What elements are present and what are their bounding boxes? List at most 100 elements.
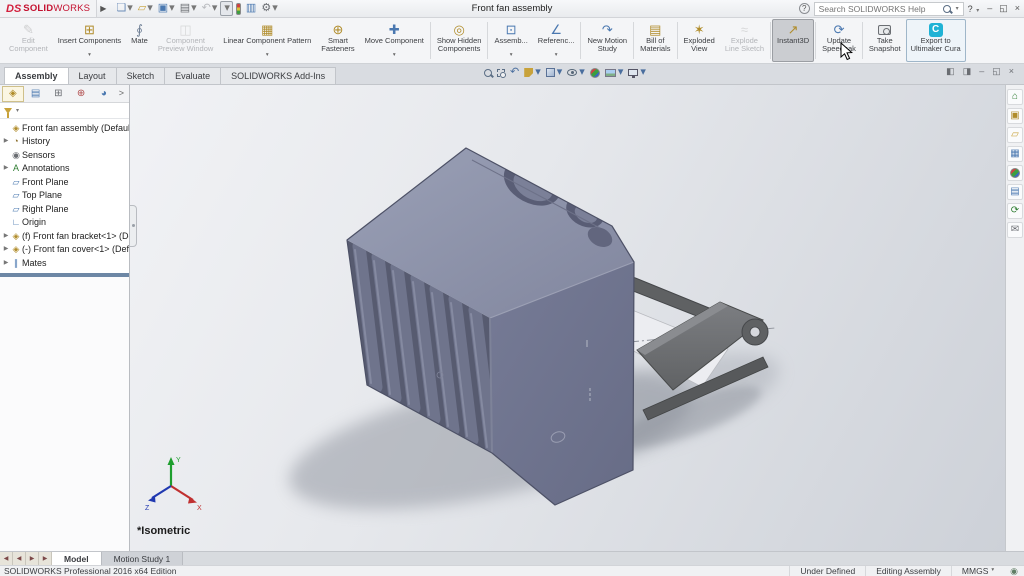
- chevron-down-icon[interactable]: ▾: [169, 3, 175, 14]
- chevron-down-icon[interactable]: ▾: [224, 3, 230, 14]
- search-icon[interactable]: [943, 5, 951, 13]
- graphics-viewport[interactable]: Y X Z *Isometric: [130, 85, 1005, 551]
- rebuild-button[interactable]: [234, 2, 243, 16]
- tab-solidworks-add-ins[interactable]: SOLIDWORKS Add-Ins: [220, 67, 336, 84]
- select-button[interactable]: ▾: [220, 1, 233, 16]
- bottom-tab-model[interactable]: Model: [52, 552, 102, 565]
- ribbon-button-assemb[interactable]: ⊡Assemb...▾: [489, 19, 532, 62]
- taskpane-appearances-button[interactable]: [1007, 165, 1023, 181]
- tab-layout[interactable]: Layout: [68, 67, 117, 84]
- close-doc-icon[interactable]: ×: [1009, 67, 1014, 76]
- help-menu[interactable]: ? ▾: [968, 4, 980, 14]
- ribbon-button-linear-component-pattern[interactable]: ▦Linear Component Pattern▾: [218, 19, 316, 62]
- ribbon-button-bill-of-materials[interactable]: ▤Bill ofMaterials: [635, 19, 675, 62]
- taskpane-messages-button[interactable]: ✉: [1007, 222, 1023, 238]
- taskpane-file-explorer-button[interactable]: ▱: [1007, 127, 1023, 143]
- search-input[interactable]: [819, 4, 939, 14]
- panel-tab-propertymanager[interactable]: ▤: [25, 86, 47, 102]
- tab-assembly[interactable]: Assembly: [4, 67, 69, 84]
- new-document-button[interactable]: ❏▾: [114, 2, 134, 15]
- tree-item-right-plane[interactable]: ▱Right Plane: [0, 202, 129, 216]
- tree-item-front-fan-assembly-default-di[interactable]: ◈Front fan assembly (Default<Di: [0, 121, 129, 135]
- ribbon-button-instant3d[interactable]: ↗Instant3D: [772, 19, 814, 62]
- panel-tab-displaymanager[interactable]: ◕: [93, 86, 115, 102]
- bottom-tab-motion-study-1[interactable]: Motion Study 1: [102, 552, 184, 565]
- chevron-down-icon[interactable]: ▾: [557, 67, 563, 78]
- chevron-down-icon[interactable]: ▾: [555, 53, 558, 58]
- expand-arrow-icon[interactable]: ▶: [2, 165, 10, 171]
- nav-last-button[interactable]: ▶: [39, 552, 52, 565]
- close-icon[interactable]: ×: [1015, 4, 1020, 13]
- chevron-down-icon[interactable]: ▾: [127, 3, 133, 14]
- nav-prev-button[interactable]: ◀: [13, 552, 26, 565]
- hide-show-items-button[interactable]: ▾: [567, 67, 585, 78]
- chevron-down-icon[interactable]: ▾: [147, 3, 153, 14]
- pane-prev-icon[interactable]: ◧: [946, 67, 955, 76]
- nav-first-button[interactable]: ◀: [0, 552, 13, 565]
- section-view-button[interactable]: ▾: [524, 67, 541, 78]
- status-mmgs[interactable]: MMGS▾: [951, 566, 1004, 576]
- ribbon-button-take-snapshot[interactable]: TakeSnapshot: [864, 19, 906, 62]
- zoom-fit-button[interactable]: [484, 69, 492, 77]
- tree-item-front-plane[interactable]: ▱Front Plane: [0, 175, 129, 189]
- zoom-area-button[interactable]: [497, 69, 505, 77]
- options-button[interactable]: ⚙▾: [259, 2, 279, 15]
- filter-chevron-icon[interactable]: ▾: [16, 108, 19, 114]
- tree-item-annotations[interactable]: ▶AAnnotations: [0, 162, 129, 176]
- taskpane-forum-button[interactable]: ⟳: [1007, 203, 1023, 219]
- file-properties-button[interactable]: ▥: [244, 2, 258, 15]
- chevron-down-icon[interactable]: ▾: [640, 67, 646, 78]
- save-button[interactable]: ▣▾: [156, 2, 177, 15]
- filter-funnel-icon[interactable]: [4, 108, 12, 114]
- tree-item-f-front-fan-bracket-1-def[interactable]: ▶◈(f) Front fan bracket<1> (Def: [0, 229, 129, 243]
- taskpane-view-palette-button[interactable]: ▦: [1007, 146, 1023, 162]
- tree-item-history[interactable]: ▶◔History: [0, 135, 129, 149]
- expand-arrow-icon[interactable]: ▶: [2, 138, 10, 144]
- tab-sketch[interactable]: Sketch: [116, 67, 166, 84]
- minimize-doc-icon[interactable]: –: [979, 67, 984, 76]
- chevron-down-icon[interactable]: ▾: [393, 53, 396, 58]
- panel-tab-featuremanager[interactable]: ◈: [2, 86, 24, 102]
- chevron-down-icon[interactable]: ▾: [266, 53, 269, 58]
- help-circle-icon[interactable]: ?: [799, 3, 810, 14]
- chevron-down-icon[interactable]: ▾: [510, 53, 513, 58]
- appearances-button[interactable]: [590, 68, 600, 78]
- undo-button[interactable]: ↶▾: [200, 2, 220, 15]
- open-button[interactable]: ▱▾: [136, 2, 155, 15]
- minimize-icon[interactable]: –: [987, 4, 992, 13]
- taskpane-home-button[interactable]: ⌂: [1007, 89, 1023, 105]
- chevron-down-icon[interactable]: ▾: [991, 568, 994, 574]
- pane-next-icon[interactable]: ◨: [963, 67, 972, 76]
- panel-tab-configurationmanager[interactable]: ⊞: [48, 86, 70, 102]
- tree-item-mates[interactable]: ▶∥Mates: [0, 256, 129, 270]
- ribbon-button-smart-fasteners[interactable]: ⊕SmartFasteners: [316, 19, 359, 62]
- status-globe-icon[interactable]: ◉: [1004, 567, 1024, 576]
- display-style-button[interactable]: ▾: [546, 67, 563, 78]
- previous-view-button[interactable]: ↶: [510, 67, 519, 78]
- chevron-down-icon[interactable]: ▾: [212, 3, 218, 14]
- panel-tab-dimxpert[interactable]: ⊕: [70, 86, 92, 102]
- tree-item-sensors[interactable]: ◉Sensors: [0, 148, 129, 162]
- panel-collapse-handle[interactable]: [130, 205, 137, 247]
- taskpane-custom-properties-button[interactable]: ▤: [1007, 184, 1023, 200]
- chevron-down-icon[interactable]: ▾: [272, 3, 278, 14]
- tab-evaluate[interactable]: Evaluate: [164, 67, 221, 84]
- nav-next-button[interactable]: ▶: [26, 552, 39, 565]
- ribbon-button-show-hidden-components[interactable]: ◎Show HiddenComponents: [432, 19, 487, 62]
- ribbon-button-mate[interactable]: ∮Mate: [126, 19, 153, 62]
- view-settings-button[interactable]: ▾: [628, 67, 646, 78]
- print-button[interactable]: ▤▾: [178, 2, 199, 15]
- scene-button[interactable]: ▾: [605, 67, 624, 78]
- panel-expand-chevron-icon[interactable]: >: [116, 89, 127, 98]
- expand-arrow-icon[interactable]: ▶: [2, 233, 10, 239]
- tree-item-front-fan-cover-1-defa[interactable]: ▶◈(-) Front fan cover<1> (Defa: [0, 243, 129, 257]
- ribbon-button-new-motion-study[interactable]: ↷New MotionStudy: [582, 19, 632, 62]
- ribbon-button-move-component[interactable]: ✚Move Component▾: [360, 19, 429, 62]
- tree-item-top-plane[interactable]: ▱Top Plane: [0, 189, 129, 203]
- chevron-down-icon[interactable]: ▾: [191, 3, 197, 14]
- chevron-down-icon[interactable]: ▾: [579, 67, 585, 78]
- model-canvas[interactable]: [130, 85, 1005, 551]
- restore-doc-icon[interactable]: ◱: [992, 67, 1001, 76]
- search-options-chevron-icon[interactable]: ▾: [956, 6, 959, 12]
- ribbon-button-insert-components[interactable]: ⊞Insert Components▾: [53, 19, 126, 62]
